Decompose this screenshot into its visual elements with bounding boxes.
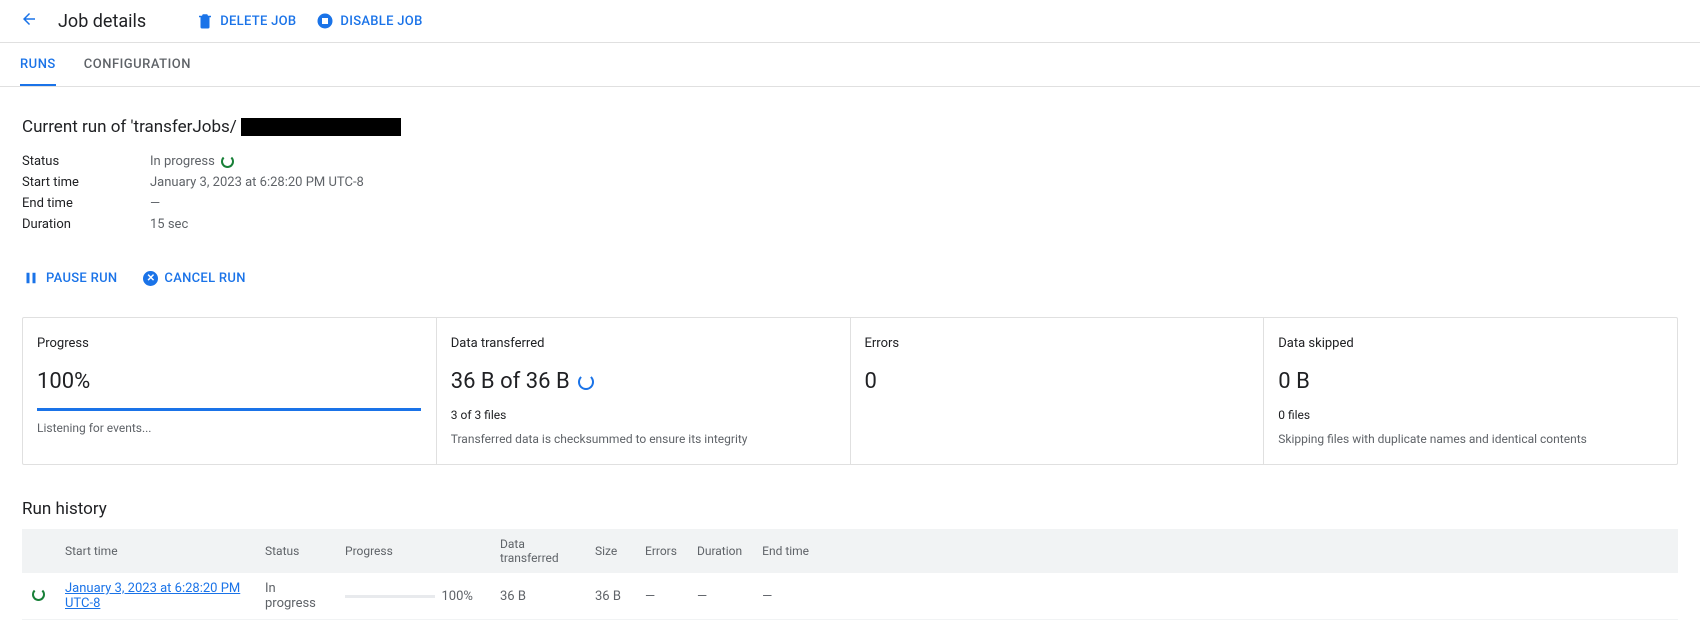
data-transferred-label: Data transferred: [451, 336, 836, 351]
col-data-transferred[interactable]: Data transferred: [490, 529, 585, 573]
content-area: Current run of 'transferJobs/ Status In …: [0, 87, 1700, 630]
col-size[interactable]: Size: [585, 529, 635, 573]
errors-label: Errors: [865, 336, 1250, 351]
status-value: In progress: [150, 154, 215, 169]
cancel-circle-icon: ✕: [143, 271, 158, 286]
run-end-time: —: [752, 573, 1678, 620]
current-run-title: Current run of 'transferJobs/: [22, 117, 1678, 137]
progress-sub: Listening for events...: [37, 421, 422, 435]
progress-bar-fill: [37, 408, 421, 411]
end-time-value: —: [150, 196, 160, 211]
col-start-time[interactable]: Start time: [55, 529, 255, 573]
data-skipped-value: 0 B: [1278, 369, 1663, 394]
col-icon: [22, 529, 55, 573]
back-arrow-icon[interactable]: [20, 10, 38, 32]
run-history-title: Run history: [22, 499, 1678, 519]
start-time-value: January 3, 2023 at 6:28:20 PM UTC-8: [150, 175, 364, 190]
progress-label: Progress: [37, 336, 422, 351]
errors-value: 0: [865, 369, 1250, 394]
tab-bar: RUNS CONFIGURATION: [0, 43, 1700, 87]
run-actions: PAUSE RUN ✕ CANCEL RUN: [22, 269, 1678, 287]
spinner-icon: [221, 155, 234, 168]
col-errors[interactable]: Errors: [635, 529, 687, 573]
run-start-time-link[interactable]: January 3, 2023 at 6:28:20 PM UTC-8: [65, 581, 240, 611]
progress-card: Progress 100% Listening for events...: [23, 318, 437, 464]
end-time-label: End time: [22, 196, 150, 211]
cancel-run-label: CANCEL RUN: [164, 271, 245, 286]
tab-configuration[interactable]: CONFIGURATION: [84, 43, 191, 86]
run-data-transferred: 36 B: [490, 573, 585, 620]
start-time-label: Start time: [22, 175, 150, 190]
duration-label: Duration: [22, 217, 150, 232]
disable-job-button[interactable]: DISABLE JOB: [316, 12, 422, 30]
current-run-title-prefix: Current run of 'transferJobs/: [22, 117, 237, 137]
cancel-run-button[interactable]: ✕ CANCEL RUN: [143, 269, 245, 287]
progress-value: 100%: [37, 369, 422, 394]
run-progress-pct: 100%: [441, 589, 472, 604]
run-status: In progress: [255, 573, 335, 620]
delete-job-label: DELETE JOB: [220, 14, 296, 29]
col-status[interactable]: Status: [255, 529, 335, 573]
pause-icon: [22, 269, 40, 287]
spinner-icon: [32, 588, 45, 601]
data-skipped-label: Data skipped: [1278, 336, 1663, 351]
disable-job-label: DISABLE JOB: [340, 14, 422, 29]
progress-bar: [37, 408, 421, 411]
pause-run-label: PAUSE RUN: [46, 271, 117, 286]
data-skipped-note: Skipping files with duplicate names and …: [1278, 432, 1663, 446]
run-size: 36 B: [585, 573, 635, 620]
data-skipped-files: 0 files: [1278, 408, 1663, 422]
run-errors: —: [635, 573, 687, 620]
duration-value: 15 sec: [150, 217, 188, 232]
mini-progress-bar: [345, 595, 435, 598]
data-skipped-card: Data skipped 0 B 0 files Skipping files …: [1264, 318, 1677, 464]
page-title: Job details: [58, 11, 146, 32]
run-progress-cell: 100%: [335, 573, 490, 620]
errors-card: Errors 0: [851, 318, 1265, 464]
spinner-icon: [578, 374, 594, 390]
run-details: Status In progress Start time January 3,…: [22, 151, 1678, 235]
data-transferred-files: 3 of 3 files: [451, 408, 836, 422]
stop-circle-icon: [316, 12, 334, 30]
metrics-row: Progress 100% Listening for events... Da…: [22, 317, 1678, 465]
table-row: January 3, 2023 at 6:28:20 PM UTC-8 In p…: [22, 573, 1678, 620]
tab-runs[interactable]: RUNS: [20, 43, 56, 86]
run-duration: —: [687, 573, 752, 620]
col-end-time[interactable]: End time: [752, 529, 1678, 573]
col-duration[interactable]: Duration: [687, 529, 752, 573]
data-transferred-value: 36 B of 36 B: [451, 369, 570, 394]
col-progress[interactable]: Progress: [335, 529, 490, 573]
trash-icon: [196, 12, 214, 30]
redacted-job-id: [241, 118, 401, 136]
delete-job-button[interactable]: DELETE JOB: [196, 12, 296, 30]
page-header: Job details DELETE JOB DISABLE JOB: [0, 0, 1700, 43]
run-history-table: Start time Status Progress Data transfer…: [22, 529, 1678, 620]
data-transferred-note: Transferred data is checksummed to ensur…: [451, 432, 836, 446]
table-header-row: Start time Status Progress Data transfer…: [22, 529, 1678, 573]
status-label: Status: [22, 154, 150, 169]
pause-run-button[interactable]: PAUSE RUN: [22, 269, 117, 287]
data-transferred-card: Data transferred 36 B of 36 B 3 of 3 fil…: [437, 318, 851, 464]
